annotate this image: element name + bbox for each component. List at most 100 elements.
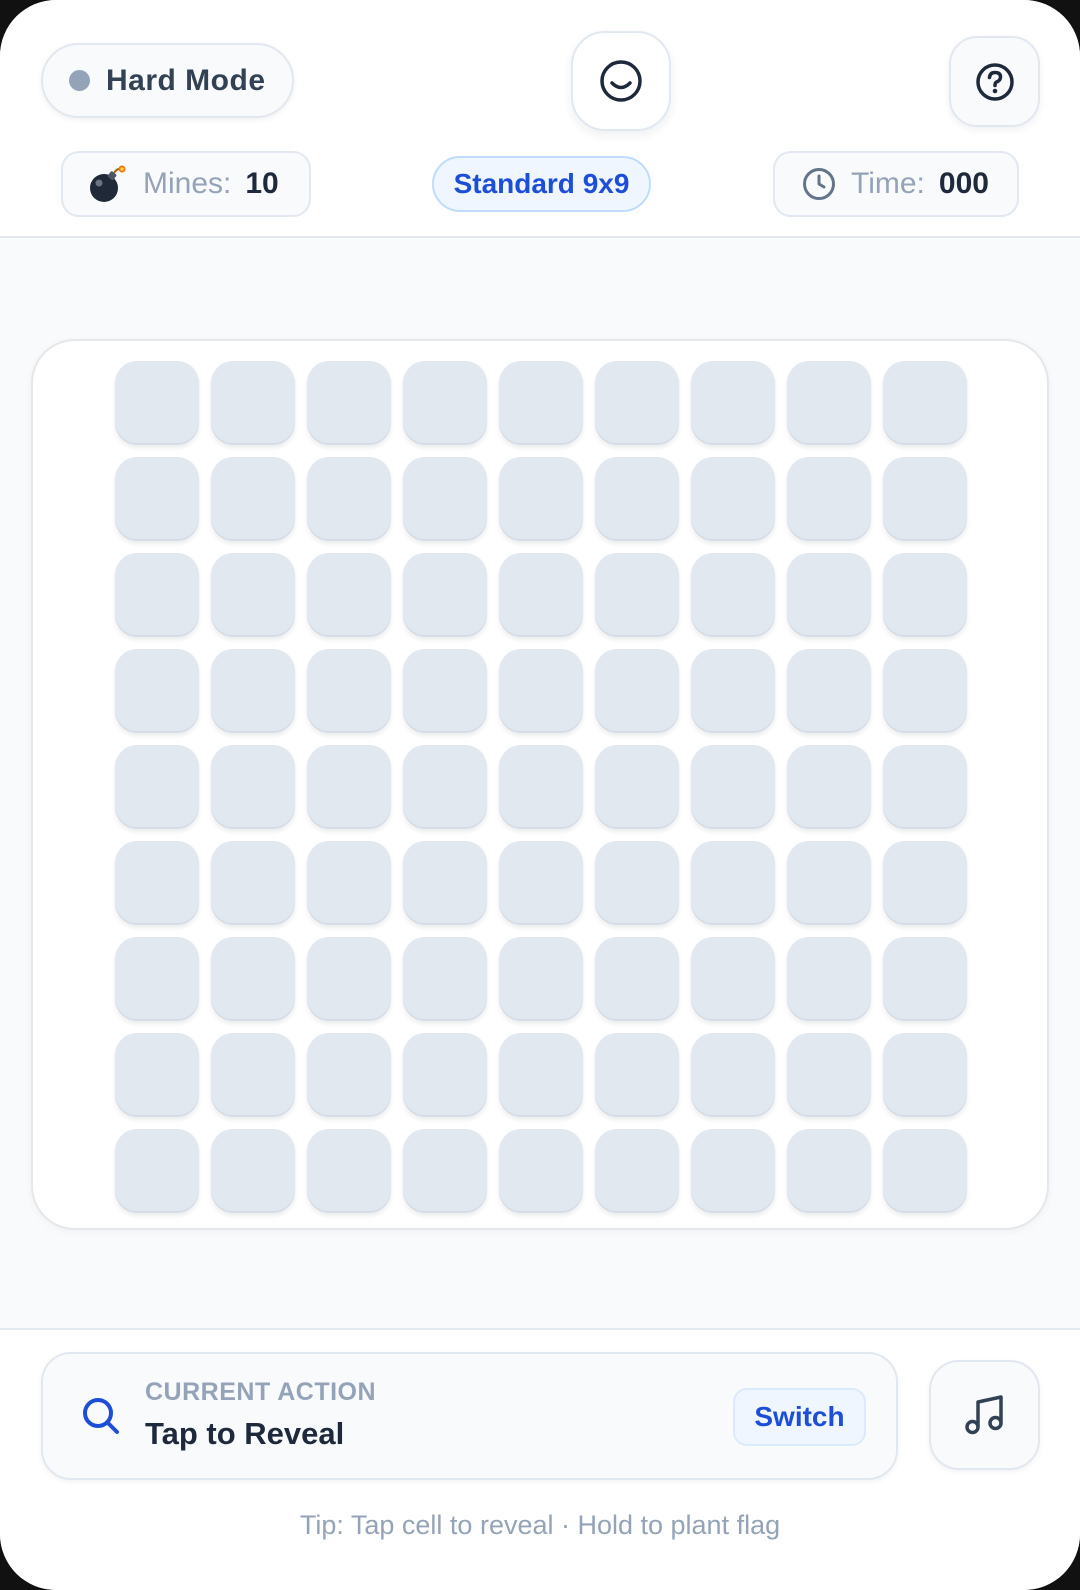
board-cell[interactable] bbox=[211, 649, 295, 733]
board-cell[interactable] bbox=[307, 457, 391, 541]
board-cell[interactable] bbox=[787, 745, 871, 829]
board-cell[interactable] bbox=[211, 457, 295, 541]
board-cell[interactable] bbox=[499, 553, 583, 637]
board-cell[interactable] bbox=[595, 361, 679, 445]
board-cell[interactable] bbox=[787, 937, 871, 1021]
board-cell[interactable] bbox=[403, 841, 487, 925]
board-cell[interactable] bbox=[787, 457, 871, 541]
board-cell[interactable] bbox=[307, 649, 391, 733]
board-cell[interactable] bbox=[595, 841, 679, 925]
board-cell[interactable] bbox=[691, 649, 775, 733]
board-cell[interactable] bbox=[595, 649, 679, 733]
board-cell[interactable] bbox=[403, 457, 487, 541]
board-cell[interactable] bbox=[691, 361, 775, 445]
board-cell[interactable] bbox=[883, 841, 967, 925]
board-cell[interactable] bbox=[883, 553, 967, 637]
board-cell[interactable] bbox=[403, 361, 487, 445]
board-cell[interactable] bbox=[691, 937, 775, 1021]
board-cell[interactable] bbox=[115, 1129, 199, 1213]
board-cell[interactable] bbox=[115, 553, 199, 637]
current-action-caption: CURRENT ACTION bbox=[145, 1378, 377, 1406]
board-cell[interactable] bbox=[595, 457, 679, 541]
gameplay-tip: Tip: Tap cell to reveal · Hold to plant … bbox=[299, 1510, 781, 1540]
board-cell[interactable] bbox=[403, 649, 487, 733]
board-cell[interactable] bbox=[211, 937, 295, 1021]
action-footer: CURRENT ACTION Tap to Reveal Switch Tip:… bbox=[0, 1328, 1080, 1590]
board-cell[interactable] bbox=[883, 937, 967, 1021]
board-cell[interactable] bbox=[883, 745, 967, 829]
board-cell[interactable] bbox=[787, 553, 871, 637]
switch-action-button[interactable]: Switch bbox=[733, 1388, 866, 1446]
board-cell[interactable] bbox=[115, 937, 199, 1021]
board-cell[interactable] bbox=[307, 553, 391, 637]
board-cell[interactable] bbox=[787, 361, 871, 445]
board-cell[interactable] bbox=[787, 1129, 871, 1213]
board-cell[interactable] bbox=[403, 1129, 487, 1213]
board-cell[interactable] bbox=[499, 745, 583, 829]
board-cell[interactable] bbox=[499, 361, 583, 445]
board-cell[interactable] bbox=[307, 1129, 391, 1213]
board-cell[interactable] bbox=[115, 841, 199, 925]
mode-status-dot bbox=[69, 70, 90, 91]
board-cell[interactable] bbox=[499, 1033, 583, 1117]
board-cell[interactable] bbox=[307, 937, 391, 1021]
board-cell[interactable] bbox=[691, 745, 775, 829]
board-cell[interactable] bbox=[499, 841, 583, 925]
board-cell[interactable] bbox=[115, 745, 199, 829]
board-cell[interactable] bbox=[595, 1033, 679, 1117]
help-button[interactable] bbox=[949, 36, 1040, 127]
board-cell[interactable] bbox=[691, 553, 775, 637]
board-cell[interactable] bbox=[883, 649, 967, 733]
board-cell[interactable] bbox=[211, 361, 295, 445]
board-cell[interactable] bbox=[403, 553, 487, 637]
board-cell[interactable] bbox=[787, 1033, 871, 1117]
board-cell[interactable] bbox=[307, 745, 391, 829]
bomb-icon bbox=[87, 163, 129, 205]
difficulty-mode-pill[interactable]: Hard Mode bbox=[41, 43, 294, 118]
board-cell[interactable] bbox=[595, 553, 679, 637]
board-cell[interactable] bbox=[595, 745, 679, 829]
music-toggle-button[interactable] bbox=[929, 1360, 1040, 1470]
board-cell[interactable] bbox=[211, 1033, 295, 1117]
board-cell[interactable] bbox=[499, 649, 583, 733]
board-cell[interactable] bbox=[499, 937, 583, 1021]
board-cell[interactable] bbox=[883, 361, 967, 445]
board-cell[interactable] bbox=[883, 457, 967, 541]
board-cell[interactable] bbox=[691, 457, 775, 541]
board-cell[interactable] bbox=[211, 745, 295, 829]
board-cell[interactable] bbox=[499, 457, 583, 541]
board-cell[interactable] bbox=[691, 841, 775, 925]
board-cell[interactable] bbox=[115, 361, 199, 445]
board-cell[interactable] bbox=[211, 553, 295, 637]
board-cell[interactable] bbox=[499, 1129, 583, 1213]
board-cell[interactable] bbox=[211, 841, 295, 925]
board-cell[interactable] bbox=[883, 1129, 967, 1213]
board-cell[interactable] bbox=[403, 937, 487, 1021]
board-cell[interactable] bbox=[787, 649, 871, 733]
reset-face-button[interactable] bbox=[571, 31, 671, 131]
board-cell[interactable] bbox=[307, 1033, 391, 1117]
board-preset-badge[interactable]: Standard 9x9 bbox=[432, 156, 651, 212]
board-cell[interactable] bbox=[403, 745, 487, 829]
board-cell[interactable] bbox=[115, 457, 199, 541]
mines-label: Mines: bbox=[143, 167, 232, 200]
music-note-icon bbox=[964, 1395, 1003, 1435]
board-cell[interactable] bbox=[787, 841, 871, 925]
board-cell[interactable] bbox=[115, 1033, 199, 1117]
board-cell[interactable] bbox=[307, 841, 391, 925]
mines-counter: Mines: 10 bbox=[61, 151, 311, 217]
board-cell[interactable] bbox=[115, 649, 199, 733]
board-cell[interactable] bbox=[307, 361, 391, 445]
minefield-grid bbox=[115, 361, 967, 1213]
board-cell[interactable] bbox=[403, 1033, 487, 1117]
board-cell[interactable] bbox=[595, 937, 679, 1021]
board-cell[interactable] bbox=[691, 1033, 775, 1117]
board-cell[interactable] bbox=[691, 1129, 775, 1213]
time-value: 000 bbox=[938, 167, 989, 200]
current-action-text: Tap to Reveal bbox=[145, 1416, 345, 1451]
board-cell[interactable] bbox=[883, 1033, 967, 1117]
time-counter: Time: 000 bbox=[773, 151, 1019, 217]
board-cell[interactable] bbox=[211, 1129, 295, 1213]
board-cell[interactable] bbox=[595, 1129, 679, 1213]
mode-label: Hard Mode bbox=[106, 63, 266, 97]
